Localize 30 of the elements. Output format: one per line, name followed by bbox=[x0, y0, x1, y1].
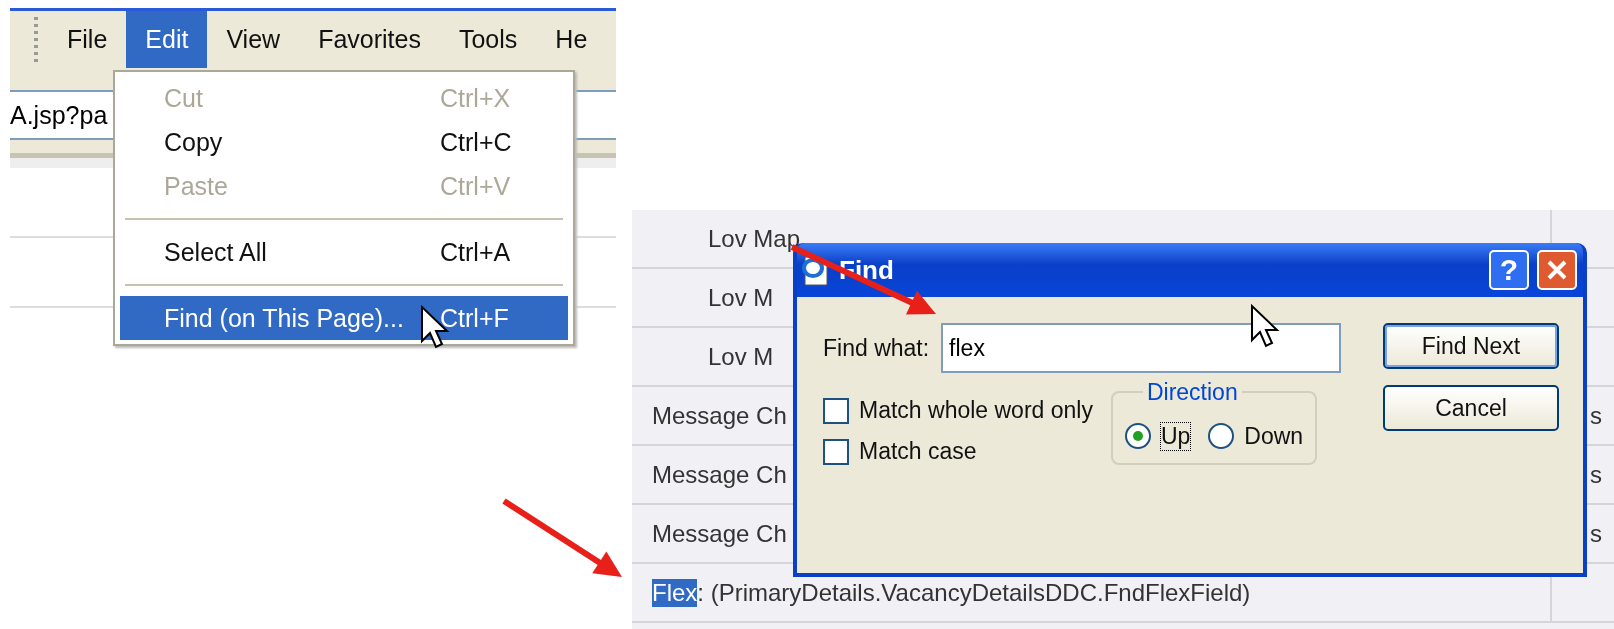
table-cell-text: Lov M bbox=[708, 282, 774, 313]
menu-entry[interactable]: Find (on This Page)... Ctrl+F bbox=[120, 296, 568, 340]
checkbox-label: Match case bbox=[859, 438, 977, 465]
radio-label: Up bbox=[1160, 422, 1191, 450]
table-cell-text: Lov M bbox=[708, 341, 774, 372]
dialog-button[interactable]: Cancel bbox=[1383, 385, 1559, 431]
help-button[interactable]: ? bbox=[1489, 250, 1529, 290]
close-icon[interactable] bbox=[1537, 250, 1577, 290]
menu-entry[interactable]: Select All Ctrl+A bbox=[120, 230, 568, 274]
menu-entry[interactable]: Copy Ctrl+C bbox=[120, 120, 568, 164]
menu-item[interactable]: He bbox=[536, 11, 607, 68]
menu-item[interactable]: View bbox=[207, 11, 300, 68]
checkbox-label: Match whole word only bbox=[859, 397, 1093, 424]
find-what-label: Find what: bbox=[823, 334, 930, 362]
menu-item[interactable]: Edit bbox=[126, 11, 208, 68]
table-cell-text: Message Ch bbox=[652, 400, 787, 431]
table-cell-text: Message Ch bbox=[652, 518, 787, 549]
find-what-field[interactable]: flex bbox=[941, 323, 1342, 373]
table-cell-text: Message Ch bbox=[652, 459, 787, 490]
checkbox[interactable] bbox=[823, 397, 849, 424]
table-cell-text: Lov Map bbox=[708, 223, 801, 254]
radio-button[interactable] bbox=[1208, 423, 1235, 449]
radio-label: Down bbox=[1244, 422, 1304, 450]
menu-item[interactable]: File bbox=[48, 11, 127, 68]
radio-button[interactable] bbox=[1124, 423, 1151, 449]
checkbox[interactable] bbox=[823, 438, 849, 465]
menu-item[interactable]: Tools bbox=[439, 11, 537, 68]
dialog-button[interactable]: Find Next bbox=[1383, 323, 1559, 369]
menu-item[interactable]: Favorites bbox=[299, 11, 440, 68]
mouse-pointer-icon bbox=[1250, 304, 1280, 350]
